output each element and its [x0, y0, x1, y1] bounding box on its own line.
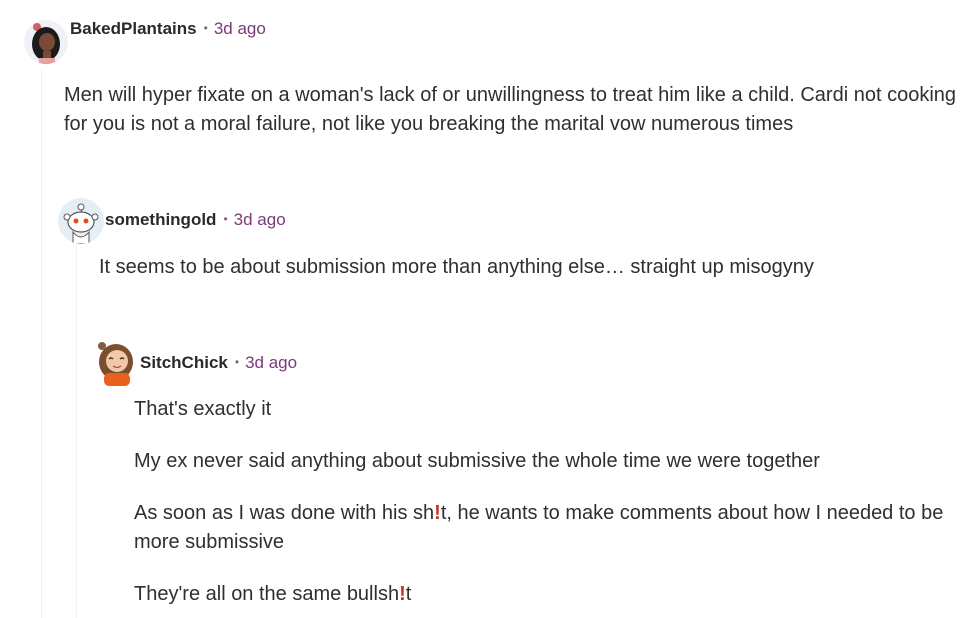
comment-meta: BakedPlantains • 3d ago: [70, 19, 266, 39]
avatar[interactable]: [94, 340, 138, 386]
timestamp-link[interactable]: 3d ago: [234, 210, 286, 230]
username-link[interactable]: BakedPlantains: [70, 19, 197, 39]
snoo-avatar-icon: [58, 198, 104, 244]
thread-line-2[interactable]: [76, 245, 77, 618]
thread-line-1[interactable]: [41, 70, 42, 618]
meta-separator: •: [234, 355, 240, 369]
comment-body: That's exactly it My ex never said anyth…: [134, 395, 954, 609]
comment-paragraph: As soon as I was done with his sh!t, he …: [134, 499, 954, 557]
comment-body: Men will hyper fixate on a woman's lack …: [64, 81, 964, 139]
text-segment: t: [405, 583, 412, 605]
timestamp-link[interactable]: 3d ago: [214, 19, 266, 39]
comment-paragraph: That's exactly it: [134, 398, 272, 420]
censored-letter: !: [399, 583, 406, 605]
meta-separator: •: [203, 21, 208, 35]
comment-meta: somethingold • 3d ago: [105, 210, 286, 230]
username-link[interactable]: SitchChick: [140, 353, 228, 373]
user-avatar-icon: [98, 342, 133, 386]
comment-paragraph: They're all on the same bullsh!t: [134, 580, 954, 609]
comment-text: It seems to be about submission more tha…: [99, 256, 814, 278]
avatar[interactable]: [24, 20, 68, 64]
censored-letter: !: [434, 502, 441, 524]
user-avatar-icon: [24, 20, 68, 64]
comment-meta: SitchChick • 3d ago: [140, 353, 297, 373]
comment-body: It seems to be about submission more tha…: [99, 253, 959, 282]
username-link[interactable]: somethingold: [105, 210, 216, 230]
text-segment: They're all on the same bullsh: [134, 583, 400, 605]
avatar[interactable]: [58, 198, 104, 244]
meta-separator: •: [223, 212, 228, 226]
comment-text: Men will hyper fixate on a woman's lack …: [64, 84, 957, 135]
comment-paragraph: My ex never said anything about submissi…: [134, 450, 820, 472]
text-segment: As soon as I was done with his sh: [134, 502, 435, 524]
timestamp-link[interactable]: 3d ago: [245, 353, 297, 373]
